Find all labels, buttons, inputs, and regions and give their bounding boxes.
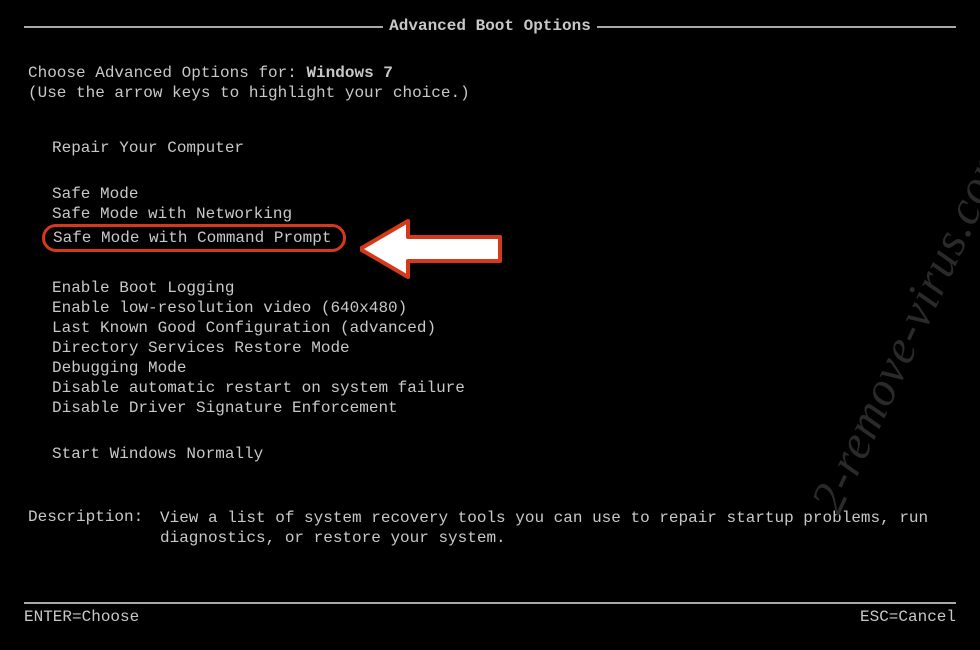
description-text: View a list of system recovery tools you…: [160, 508, 952, 548]
option-safe-mode[interactable]: Safe Mode: [50, 184, 140, 204]
description-row: Description: View a list of system recov…: [28, 508, 952, 548]
option-safe-mode-networking[interactable]: Safe Mode with Networking: [50, 204, 294, 224]
option-repair-your-computer[interactable]: Repair Your Computer: [50, 138, 246, 158]
option-low-res-video[interactable]: Enable low-resolution video (640x480): [50, 298, 409, 318]
titlebar: Advanced Boot Options: [24, 26, 956, 46]
choose-prefix: Choose Advanced Options for:: [28, 64, 306, 82]
option-start-normally[interactable]: Start Windows Normally: [50, 444, 265, 464]
option-disable-auto-restart[interactable]: Disable automatic restart on system fail…: [50, 378, 467, 398]
option-enable-boot-logging[interactable]: Enable Boot Logging: [50, 278, 236, 298]
option-group-repair: Repair Your Computer: [50, 138, 952, 158]
option-group-safe: Safe Mode Safe Mode with Networking Safe…: [50, 184, 952, 252]
content-area: Choose Advanced Options for: Windows 7 (…: [0, 46, 980, 548]
page-title: Advanced Boot Options: [383, 17, 597, 35]
choose-line: Choose Advanced Options for: Windows 7: [28, 64, 952, 82]
option-group-middle: Enable Boot Logging Enable low-resolutio…: [50, 278, 952, 418]
footer-esc: ESC=Cancel: [860, 608, 956, 626]
os-name: Windows 7: [306, 64, 392, 82]
footer-bar: ENTER=Choose ESC=Cancel: [24, 602, 956, 626]
option-disable-driver-sig[interactable]: Disable Driver Signature Enforcement: [50, 398, 400, 418]
description-label: Description:: [28, 508, 160, 548]
option-directory-services-restore[interactable]: Directory Services Restore Mode: [50, 338, 352, 358]
footer-enter: ENTER=Choose: [24, 608, 139, 626]
option-last-known-good[interactable]: Last Known Good Configuration (advanced): [50, 318, 438, 338]
boot-options-screen: Advanced Boot Options Choose Advanced Op…: [0, 0, 980, 650]
option-debugging-mode[interactable]: Debugging Mode: [50, 358, 188, 378]
hint-line: (Use the arrow keys to highlight your ch…: [28, 84, 952, 102]
option-group-normal: Start Windows Normally: [50, 444, 952, 464]
option-safe-mode-command-prompt[interactable]: Safe Mode with Command Prompt: [42, 224, 346, 252]
